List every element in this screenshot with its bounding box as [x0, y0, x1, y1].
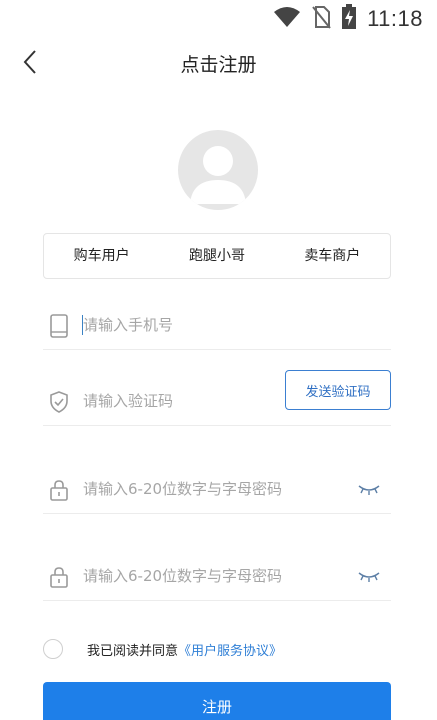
default-avatar-icon [178, 146, 258, 210]
agreement-row: 我已阅读并同意 《用户服务协议》 [43, 638, 391, 660]
nav-bar: 点击注册 [0, 40, 437, 86]
password-field [43, 466, 391, 514]
status-time: 11:18 [367, 6, 423, 31]
password-input[interactable] [83, 476, 353, 502]
shield-check-icon [47, 390, 71, 414]
confirm-password-input[interactable] [83, 563, 353, 589]
code-input[interactable] [83, 388, 303, 414]
agreement-text: 我已阅读并同意 [87, 643, 179, 659]
wifi-icon [273, 6, 301, 32]
role-buyer[interactable]: 购车用户 [44, 234, 159, 278]
role-courier[interactable]: 跑腿小哥 [159, 234, 274, 278]
register-button[interactable]: 注册 [43, 682, 391, 720]
service-agreement-link[interactable]: 《用户服务协议》 [178, 640, 282, 659]
eye-closed-icon[interactable] [357, 567, 381, 585]
eye-closed-icon[interactable] [357, 480, 381, 498]
lock-icon [47, 565, 71, 589]
no-sim-icon [311, 5, 331, 33]
status-icons: 11:18 [273, 4, 423, 34]
phone-icon [47, 314, 71, 338]
page-title: 点击注册 [180, 54, 257, 76]
battery-charging-icon [341, 4, 357, 34]
phone-field [43, 302, 391, 350]
avatar[interactable] [178, 130, 258, 210]
status-bar: 11:18 [0, 0, 437, 36]
phone-input[interactable] [83, 312, 303, 338]
code-field: 发送验证码 [43, 370, 391, 426]
agreement-checkbox[interactable] [43, 639, 63, 659]
role-dealer[interactable]: 卖车商户 [275, 234, 390, 278]
role-selector: 购车用户 跑腿小哥 卖车商户 [43, 233, 391, 279]
confirm-password-field [43, 553, 391, 601]
send-code-button[interactable]: 发送验证码 [285, 370, 391, 410]
lock-icon [47, 478, 71, 502]
